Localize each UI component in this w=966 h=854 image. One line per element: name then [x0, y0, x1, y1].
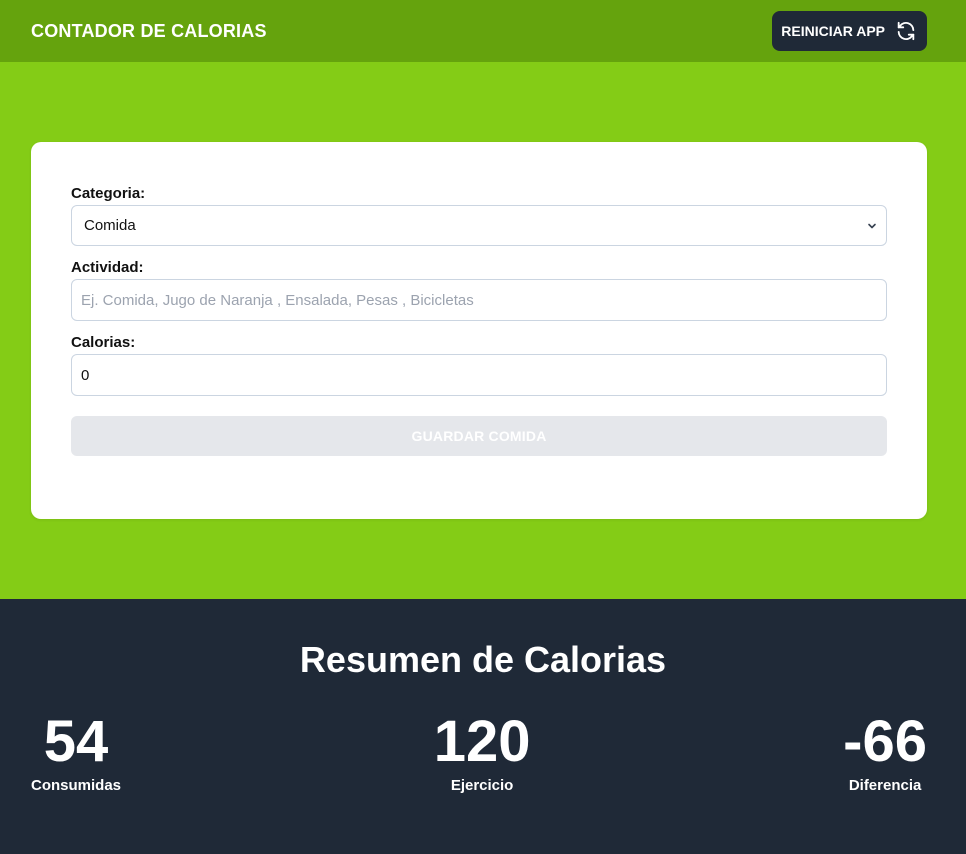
category-select[interactable]: Comida — [71, 205, 887, 246]
activity-input[interactable] — [71, 279, 887, 321]
app-title: CONTADOR DE CALORIAS — [31, 20, 267, 41]
stat-difference: -66 Diferencia — [843, 709, 927, 795]
stat-exercise: 120 Ejercicio — [433, 709, 531, 795]
activity-label: Actividad: — [71, 259, 144, 276]
calories-input[interactable] — [71, 354, 887, 396]
reset-app-button[interactable]: REINICIAR APP — [772, 11, 927, 51]
stat-consumed: 54 Consumidas — [31, 709, 122, 795]
activity-field: Actividad: — [71, 259, 887, 321]
category-label: Categoria: — [71, 185, 146, 202]
app-header: CONTADOR DE CALORIAS REINICIAR APP — [0, 0, 966, 62]
stat-difference-value: -66 — [843, 709, 927, 774]
summary-stats: 54 Consumidas 120 Ejercicio -66 Diferenc… — [0, 709, 966, 795]
stat-consumed-label: Consumidas — [31, 777, 122, 794]
reset-app-label: REINICIAR APP — [781, 23, 885, 39]
refresh-icon — [895, 20, 917, 42]
summary-title: Resumen de Calorias — [299, 639, 667, 680]
stat-exercise-label: Ejercicio — [450, 777, 514, 794]
category-field: Categoria: Comida — [71, 185, 887, 246]
stat-exercise-value: 120 — [433, 709, 531, 774]
stat-difference-label: Diferencia — [848, 777, 922, 794]
activity-form: Categoria: Comida Actividad: Calorias: G… — [31, 142, 927, 519]
form-section: Categoria: Comida Actividad: Calorias: G… — [0, 62, 966, 599]
save-food-button[interactable]: GUARDAR COMIDA — [71, 416, 887, 456]
stat-consumed-value: 54 — [43, 709, 109, 774]
calories-label: Calorias: — [71, 334, 136, 351]
calorie-summary: Resumen de Calorias 54 Consumidas 120 Ej… — [0, 599, 966, 854]
calories-field: Calorias: — [71, 334, 887, 396]
